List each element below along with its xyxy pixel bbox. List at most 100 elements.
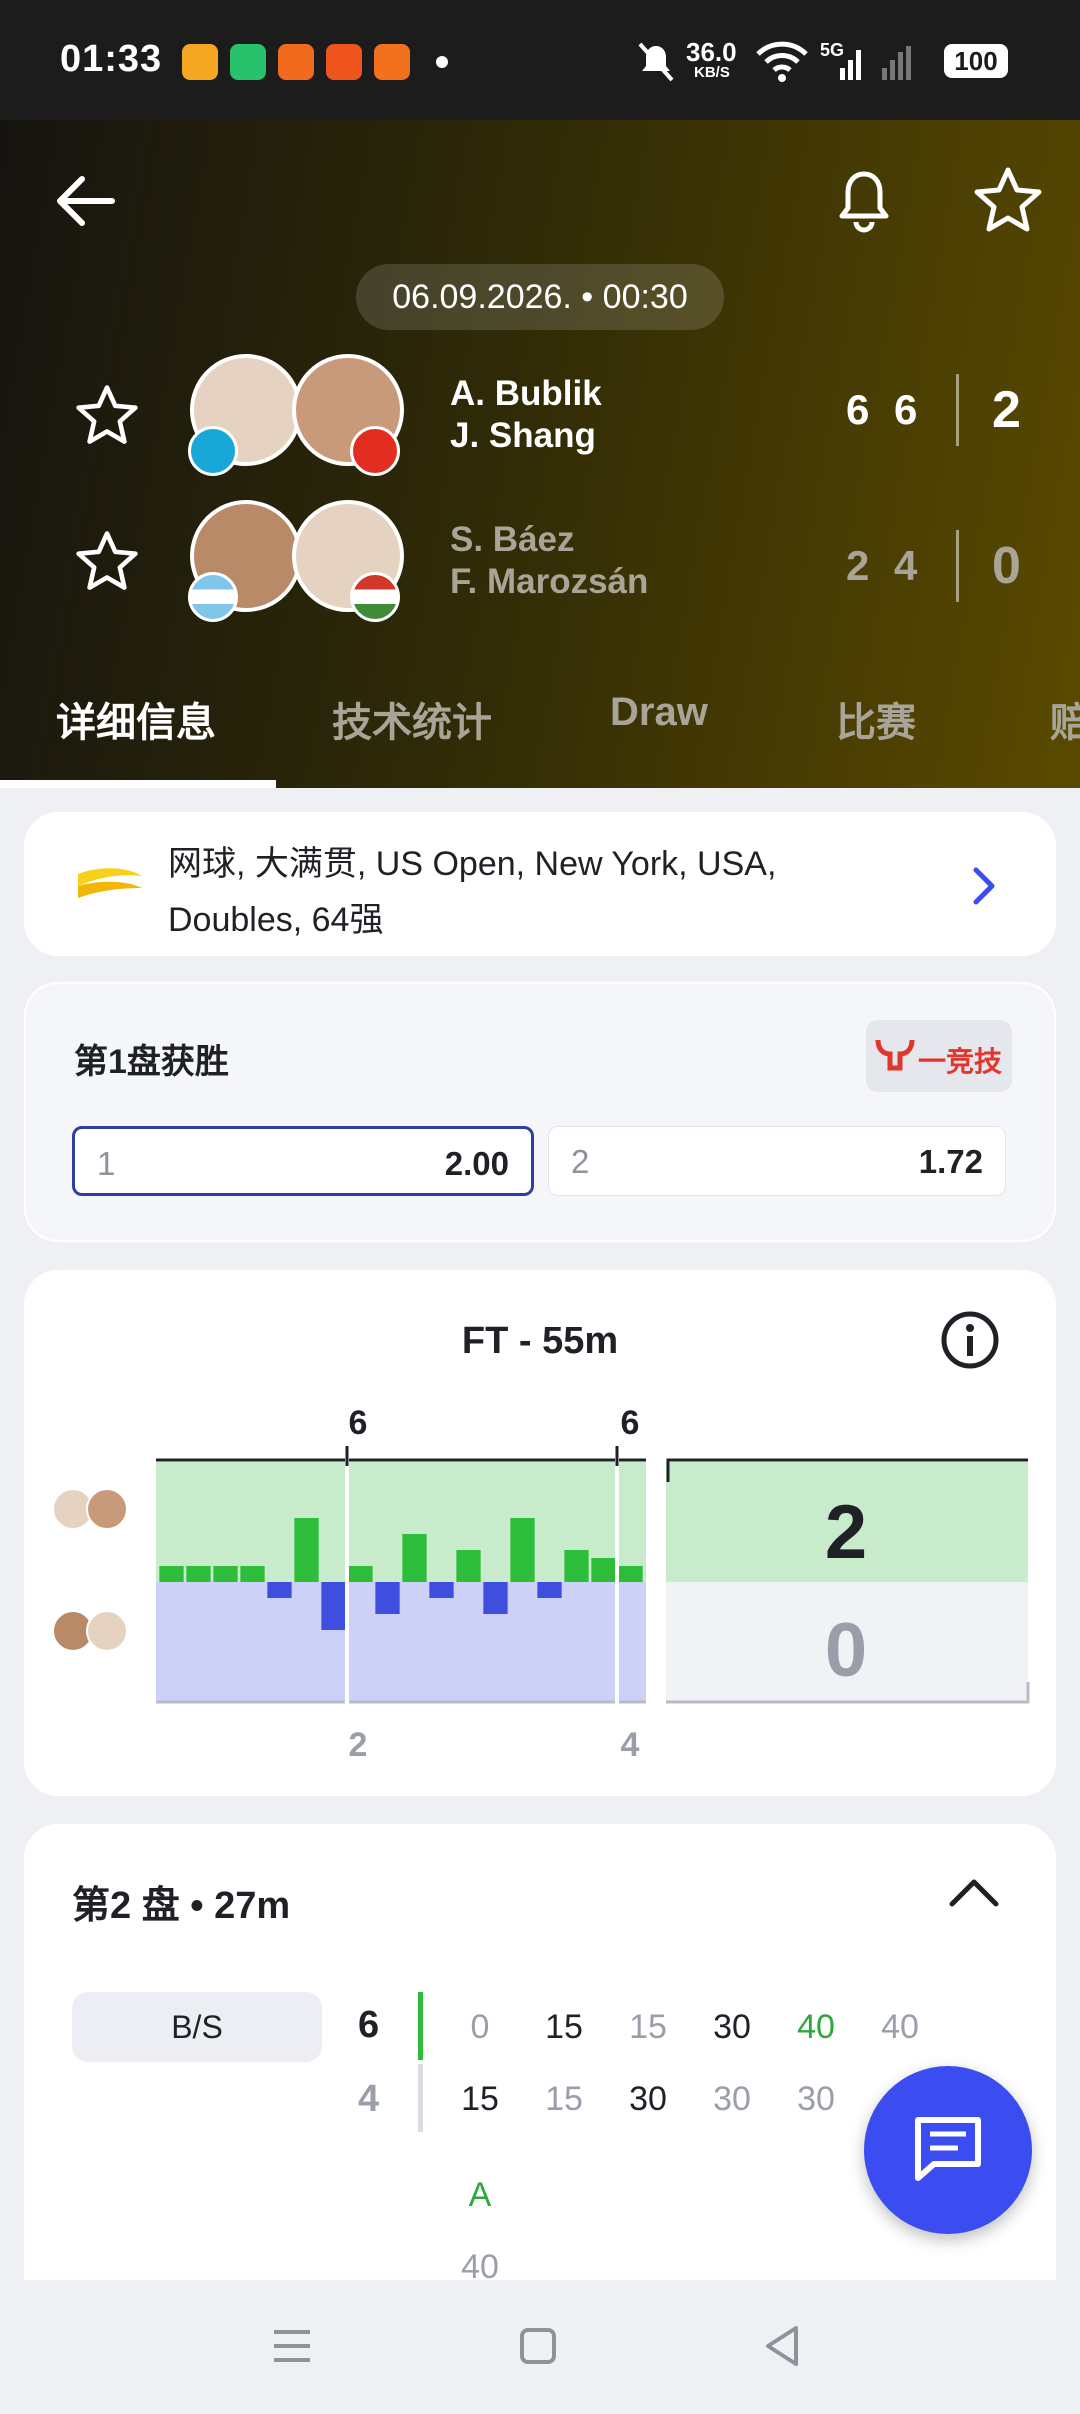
game-point: 30 xyxy=(713,2080,751,2118)
momentum-bar xyxy=(429,1582,454,1598)
odds-option-1-key: 1 xyxy=(97,1145,116,1182)
odds-option-1[interactable]: 1 2.00 xyxy=(72,1126,534,1196)
momentum-bar xyxy=(321,1582,346,1630)
momentum-bar xyxy=(294,1518,319,1582)
momentum-bar xyxy=(456,1550,481,1582)
tab-details[interactable]: 详细信息 xyxy=(56,690,216,748)
chevron-up-icon[interactable] xyxy=(944,1868,1004,1918)
net-speed-unit: KB/S xyxy=(694,64,730,81)
team2-player2-name: F. Marozsán xyxy=(450,562,649,601)
set2-team1-score-label: 6 xyxy=(621,1404,640,1442)
momentum-bar xyxy=(375,1582,400,1614)
game-point: 30 xyxy=(629,2080,667,2118)
game-point: 15 xyxy=(545,2080,583,2118)
game-point: 15 xyxy=(629,2008,667,2046)
tab-active-indicator xyxy=(0,780,276,788)
score-divider xyxy=(956,374,959,446)
back-arrow-icon[interactable] xyxy=(50,166,120,236)
net-speed-value: 36.0 xyxy=(686,37,737,67)
advantage-label: A xyxy=(468,2176,492,2214)
set2-team2-games: 4 xyxy=(358,2078,380,2120)
team1-star-icon[interactable] xyxy=(74,382,140,448)
tournament-line2: Doubles, 64强 xyxy=(168,901,384,939)
total-team2-score: 0 xyxy=(825,1608,867,1693)
battery-app-icon xyxy=(230,44,266,80)
set2-title: 第2 盘 • 27m xyxy=(72,1885,291,1927)
bs-label: B/S xyxy=(72,1992,322,2062)
game-point: 40 xyxy=(881,2008,919,2046)
wifi-icon xyxy=(756,41,808,82)
team2-set1-score: 2 xyxy=(846,542,870,589)
serve-indicator xyxy=(418,1992,423,2060)
tournament-line1: 网球, 大满贯, US Open, New York, USA, xyxy=(168,845,777,883)
momentum-bar xyxy=(240,1566,265,1582)
taobao-app-icon xyxy=(326,44,362,80)
favorite-star-icon[interactable] xyxy=(972,164,1044,236)
game-point: 15 xyxy=(461,2080,499,2118)
match-header: 06.09.2026. • 00:30 A. Bublik J. Shang 6… xyxy=(0,120,1080,788)
odds-card: 第1盘获胜 一竞技 xyxy=(24,982,1056,1242)
set2-team1-games: 6 xyxy=(358,2004,380,2046)
team1-set2-score: 6 xyxy=(894,386,918,433)
news-app-icon xyxy=(278,44,314,80)
odds-option-2-key: 2 xyxy=(571,1143,590,1180)
weibo-app-icon xyxy=(182,44,218,80)
team2-total-score: 0 xyxy=(992,537,1021,595)
game-point: 30 xyxy=(797,2080,835,2118)
bell-icon[interactable] xyxy=(834,166,894,236)
home-icon[interactable] xyxy=(518,2326,558,2366)
game-point: 15 xyxy=(545,2008,583,2046)
back-icon[interactable] xyxy=(762,2324,802,2368)
status-bar: 01:33 36.0 KB/S 5G 100 xyxy=(0,0,1080,120)
battery-indicator: 100 xyxy=(944,44,1008,78)
momentum-bar xyxy=(402,1534,427,1582)
set2-team2-score-label: 4 xyxy=(621,1726,640,1764)
team2-zone xyxy=(156,1582,646,1702)
chevron-right-icon[interactable] xyxy=(968,864,1000,908)
chat-fab-button[interactable] xyxy=(864,2066,1032,2234)
status-time: 01:33 xyxy=(60,38,163,80)
game-point: 0 xyxy=(470,2008,490,2046)
momentum-bar xyxy=(159,1566,184,1582)
system-nav-bar xyxy=(0,2280,1080,2414)
team1-total-score: 2 xyxy=(992,381,1021,439)
tab-matches[interactable]: 比赛 xyxy=(836,690,916,748)
total-team1-score: 2 xyxy=(825,1490,867,1575)
kazakhstan-flag-icon xyxy=(188,426,238,476)
odds-option-2[interactable]: 2 1.72 xyxy=(548,1126,1006,1196)
team1-set1-score: 6 xyxy=(846,386,870,433)
hungary-flag-icon xyxy=(350,572,400,622)
shop-app-icon xyxy=(374,44,410,80)
team1-player2-name: J. Shang xyxy=(450,416,596,455)
argentina-flag-icon xyxy=(188,572,238,622)
momentum-bar xyxy=(537,1582,562,1598)
bookmaker-badge[interactable]: 一竞技 xyxy=(866,1020,1012,1092)
odds-title: 第1盘获胜 xyxy=(74,1043,229,1081)
momentum-bar xyxy=(348,1566,373,1582)
momentum-chart: 6 6 2 4 2 0 xyxy=(156,1404,1030,1764)
team2-star-icon[interactable] xyxy=(74,528,140,594)
divider xyxy=(418,2064,423,2132)
odds-option-1-value: 2.00 xyxy=(444,1145,509,1182)
tab-odds[interactable]: 赔 xyxy=(1050,690,1080,748)
bookmaker-name: 一竞技 xyxy=(918,1046,1003,1077)
signal-icon xyxy=(840,46,911,80)
momentum-card: FT - 55m 6 6 2 4 2 0 xyxy=(24,1270,1056,1796)
tournament-card[interactable]: 网球, 大满贯, US Open, New York, USA, Doubles… xyxy=(24,812,1056,956)
momentum-bar xyxy=(186,1566,211,1582)
mute-icon xyxy=(638,42,674,82)
score-divider xyxy=(956,530,959,602)
team1-player1-name: A. Bublik xyxy=(450,374,602,413)
momentum-bar xyxy=(591,1558,616,1582)
bull-logo-icon xyxy=(875,1039,915,1071)
momentum-bar xyxy=(267,1582,292,1598)
tab-draw[interactable]: Draw xyxy=(610,690,708,735)
set1-team1-score-label: 6 xyxy=(349,1404,368,1442)
more-notifications-dot xyxy=(436,56,448,68)
tab-statistics[interactable]: 技术统计 xyxy=(332,690,492,748)
momentum-bar xyxy=(510,1518,535,1582)
team2-set2-score: 4 xyxy=(894,542,918,589)
menu-icon[interactable] xyxy=(270,2326,314,2366)
momentum-bar xyxy=(618,1566,643,1582)
momentum-bar xyxy=(564,1550,589,1582)
